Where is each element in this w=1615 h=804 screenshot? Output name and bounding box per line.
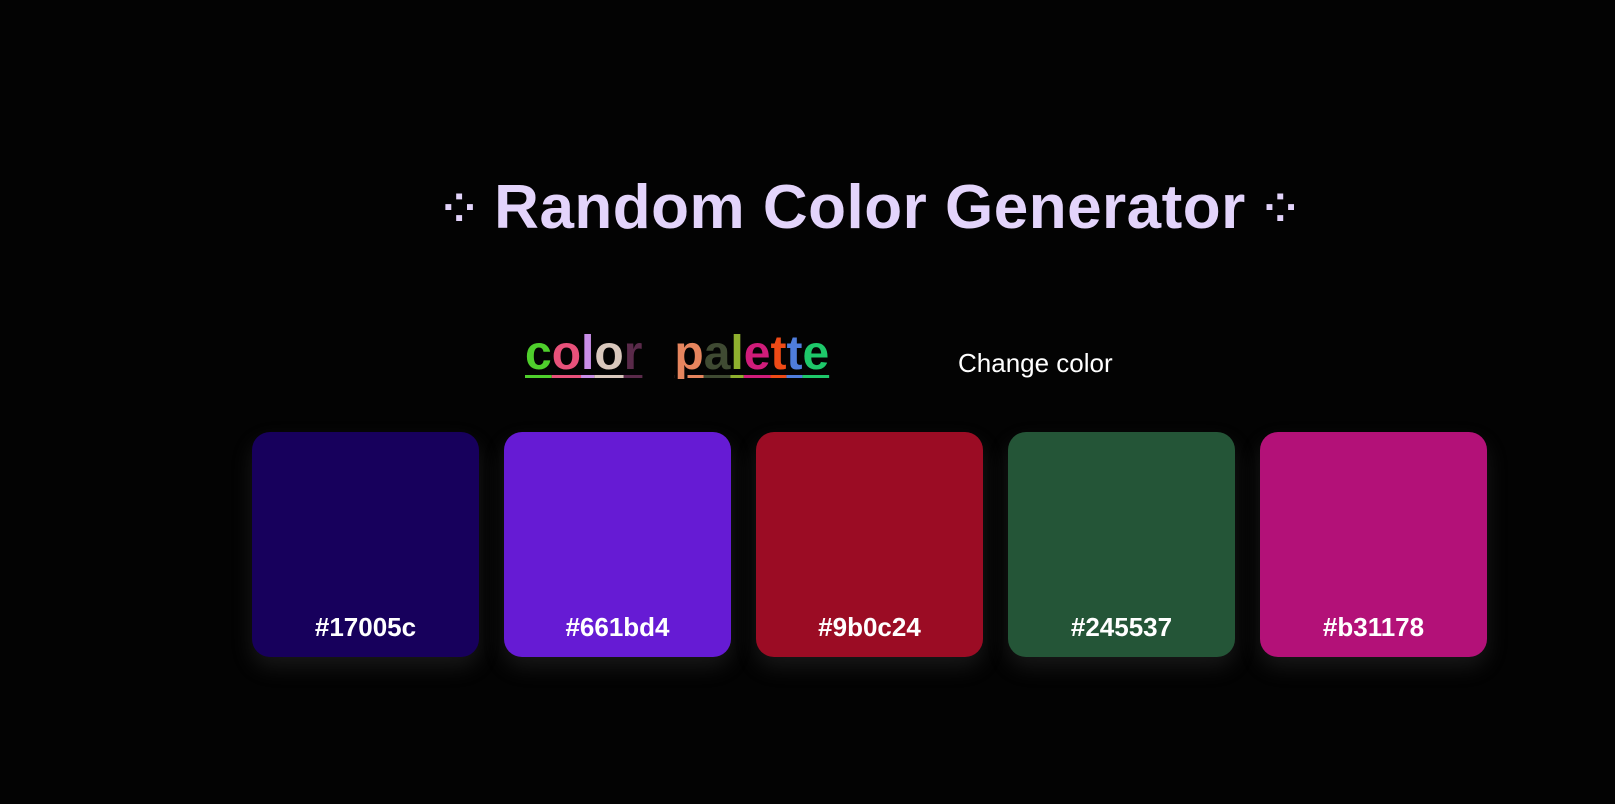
heading-letter: t bbox=[770, 327, 787, 380]
heading-letter: o bbox=[594, 327, 624, 380]
page-title-text: Random Color Generator bbox=[494, 173, 1246, 242]
change-color-button[interactable]: Change color bbox=[958, 348, 1113, 379]
page: ⁘ Random Color Generator ⁘ color palette … bbox=[0, 0, 1615, 804]
heading-letter: l bbox=[730, 327, 744, 380]
heading-letter: o bbox=[551, 327, 582, 380]
color-swatch[interactable]: #b31178 bbox=[1260, 432, 1487, 657]
swatch-hex-label: #17005c bbox=[314, 612, 417, 642]
color-swatch[interactable]: #661bd4 bbox=[504, 432, 731, 657]
four-dot-ornament-icon: ⁘ bbox=[442, 187, 477, 231]
heading-letter: p bbox=[674, 327, 704, 380]
swatch-hex-label: #b31178 bbox=[1322, 612, 1425, 642]
heading-letter: c bbox=[525, 327, 552, 380]
heading-letter: e bbox=[802, 327, 830, 380]
color-swatch[interactable]: #9b0c24 bbox=[756, 432, 983, 657]
color-palette-heading: color palette bbox=[525, 328, 829, 388]
heading-letter: a bbox=[703, 327, 731, 380]
swatch-hex-label: #9b0c24 bbox=[818, 612, 921, 642]
page-title: ⁘ Random Color Generator ⁘ bbox=[0, 172, 1615, 243]
swatch-hex-label: #661bd4 bbox=[565, 612, 670, 642]
swatch-hex-label: #245537 bbox=[1070, 612, 1173, 642]
color-swatch[interactable]: #245537 bbox=[1008, 432, 1235, 657]
four-dot-ornament-icon: ⁘ bbox=[1263, 187, 1298, 231]
heading-letter: t bbox=[786, 327, 803, 380]
heading-letter: l bbox=[581, 327, 595, 380]
heading-letter: e bbox=[743, 327, 771, 380]
color-swatch[interactable]: #17005c bbox=[252, 432, 479, 657]
heading-letter: r bbox=[623, 327, 643, 380]
swatch-row: #17005c #661bd4 #9b0c24 #245537 #b31178 bbox=[252, 432, 1487, 657]
